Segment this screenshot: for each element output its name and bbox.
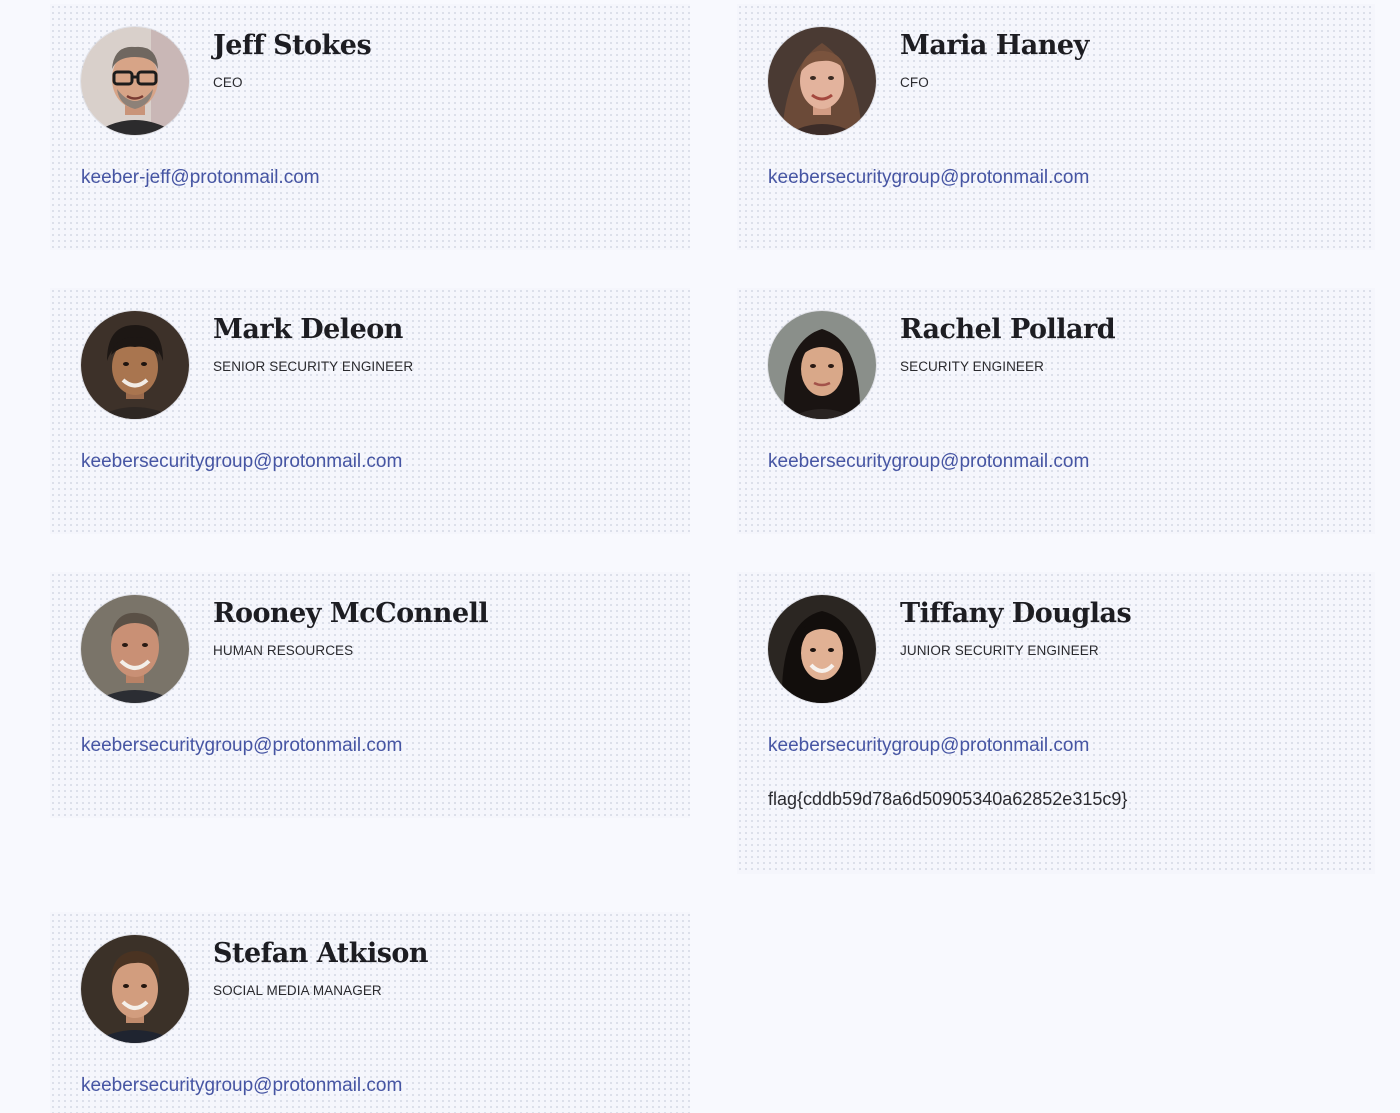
avatar	[81, 27, 189, 135]
member-role: SENIOR SECURITY ENGINEER	[213, 359, 414, 374]
team-card-mark-deleon: Mark Deleon SENIOR SECURITY ENGINEER kee…	[50, 288, 690, 534]
member-name: Jeff Stokes	[213, 30, 372, 61]
member-role: JUNIOR SECURITY ENGINEER	[900, 643, 1099, 658]
team-card-rachel-pollard: Rachel Pollard SECURITY ENGINEER keebers…	[737, 288, 1375, 534]
member-role: SOCIAL MEDIA MANAGER	[213, 983, 382, 998]
avatar	[81, 935, 189, 1043]
member-email-link[interactable]: keebersecuritygroup@protonmail.com	[768, 735, 1089, 757]
member-email-link[interactable]: keebersecuritygroup@protonmail.com	[81, 1075, 402, 1097]
member-name: Stefan Atkison	[213, 938, 429, 969]
team-card-maria-haney: Maria Haney CFO keebersecuritygroup@prot…	[737, 4, 1375, 250]
team-card-stefan-atkison: Stefan Atkison SOCIAL MEDIA MANAGER keeb…	[50, 912, 690, 1113]
member-name: Tiffany Douglas	[900, 598, 1132, 629]
member-email-link[interactable]: keebersecuritygroup@protonmail.com	[768, 451, 1089, 473]
team-card-jeff-stokes: Jeff Stokes CEO keeber-jeff@protonmail.c…	[50, 4, 690, 250]
avatar	[768, 595, 876, 703]
member-name: Mark Deleon	[213, 314, 403, 345]
member-name: Rooney McConnell	[213, 598, 489, 629]
member-email-link[interactable]: keebersecuritygroup@protonmail.com	[81, 451, 402, 473]
member-role: CFO	[900, 75, 929, 90]
avatar	[768, 311, 876, 419]
team-card-tiffany-douglas: Tiffany Douglas JUNIOR SECURITY ENGINEER…	[737, 572, 1375, 874]
member-email-link[interactable]: keebersecuritygroup@protonmail.com	[768, 167, 1089, 189]
member-role: CEO	[213, 75, 243, 90]
member-role: SECURITY ENGINEER	[900, 359, 1044, 374]
member-email-link[interactable]: keebersecuritygroup@protonmail.com	[81, 735, 402, 757]
avatar	[768, 27, 876, 135]
member-note: flag{cddb59d78a6d50905340a62852e315c9}	[768, 789, 1128, 809]
team-card-rooney-mcconnell: Rooney McConnell HUMAN RESOURCES keebers…	[50, 572, 690, 818]
avatar	[81, 595, 189, 703]
member-name: Rachel Pollard	[900, 314, 1116, 345]
member-role: HUMAN RESOURCES	[213, 643, 354, 658]
avatar	[81, 311, 189, 419]
member-email-link[interactable]: keeber-jeff@protonmail.com	[81, 167, 320, 189]
member-name: Maria Haney	[900, 30, 1089, 61]
